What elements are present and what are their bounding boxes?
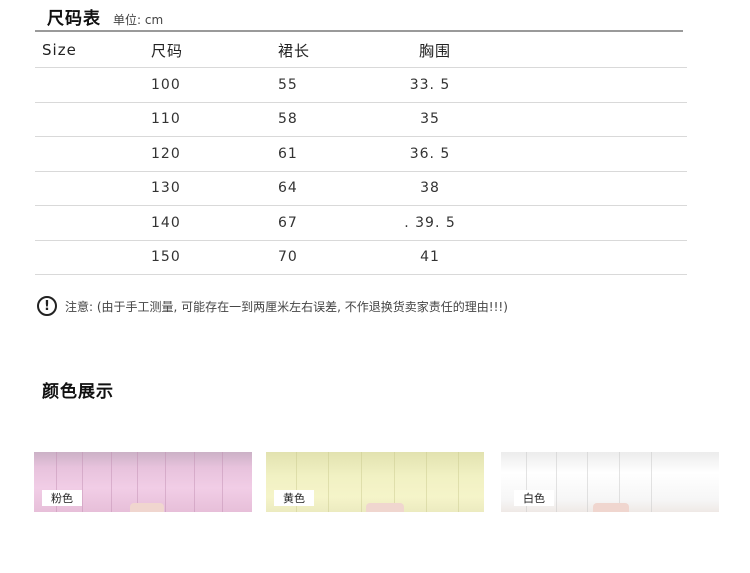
- table-cell: 150: [151, 249, 181, 266]
- table-row: 110 58 35: [35, 103, 687, 137]
- table-cell: 100: [151, 76, 181, 93]
- color-swatch-pink: 粉色: [34, 452, 252, 512]
- table-cell: 36. 5: [409, 145, 451, 162]
- table-cell: 120: [151, 145, 181, 162]
- column-header-code: 尺码: [151, 41, 184, 60]
- column-header-length: 裙长: [278, 41, 311, 60]
- table-cell: . 39. 5: [404, 214, 456, 231]
- table-cell: 110: [151, 111, 181, 128]
- table-cell: 41: [420, 249, 440, 266]
- table-header-row: Size 尺码 裙长 胸围: [35, 33, 687, 68]
- table-row: 140 67 . 39. 5: [35, 206, 687, 241]
- table-row: 120 61 36. 5: [35, 137, 687, 172]
- table-cell: 61: [278, 145, 298, 162]
- table-cell: 38: [420, 180, 440, 197]
- column-header-size: Size: [42, 41, 77, 59]
- size-chart-title: 尺码表: [47, 9, 101, 29]
- table-cell: 35: [420, 111, 440, 128]
- color-swatch-white: 白色: [501, 452, 719, 512]
- table-cell: 130: [151, 180, 181, 197]
- color-label-white: 白色: [514, 490, 554, 506]
- size-table: Size 尺码 裙长 胸围 100 55 33. 5 110 58 35 120…: [35, 33, 687, 275]
- measurement-notice: ! 注意: (由于手工测量, 可能存在一到两厘米左右误差, 不作退换货卖家责任的…: [37, 296, 508, 316]
- table-cell: 55: [278, 76, 298, 93]
- table-cell: 67: [278, 214, 298, 231]
- color-section-title: 颜色展示: [42, 382, 114, 402]
- table-row: 100 55 33. 5: [35, 68, 687, 103]
- size-chart-header: 尺码表 单位: cm: [47, 4, 164, 29]
- size-chart-unit: 单位: cm: [113, 13, 164, 27]
- color-label-yellow: 黄色: [274, 490, 314, 506]
- color-swatch-yellow: 黄色: [266, 452, 484, 512]
- color-label-pink: 粉色: [42, 490, 82, 506]
- exclamation-circle-icon: !: [37, 296, 57, 316]
- notice-text: 注意: (由于手工测量, 可能存在一到两厘米左右误差, 不作退换货卖家责任的理由…: [65, 299, 508, 314]
- table-cell: 140: [151, 214, 181, 231]
- table-cell: 58: [278, 111, 298, 128]
- table-cell: 70: [278, 249, 298, 266]
- table-row: 130 64 38: [35, 172, 687, 206]
- table-cell: 33. 5: [409, 76, 451, 93]
- title-divider: [35, 30, 683, 32]
- table-row: 150 70 41: [35, 241, 687, 275]
- table-cell: 64: [278, 180, 298, 197]
- column-header-bust: 胸围: [418, 41, 451, 60]
